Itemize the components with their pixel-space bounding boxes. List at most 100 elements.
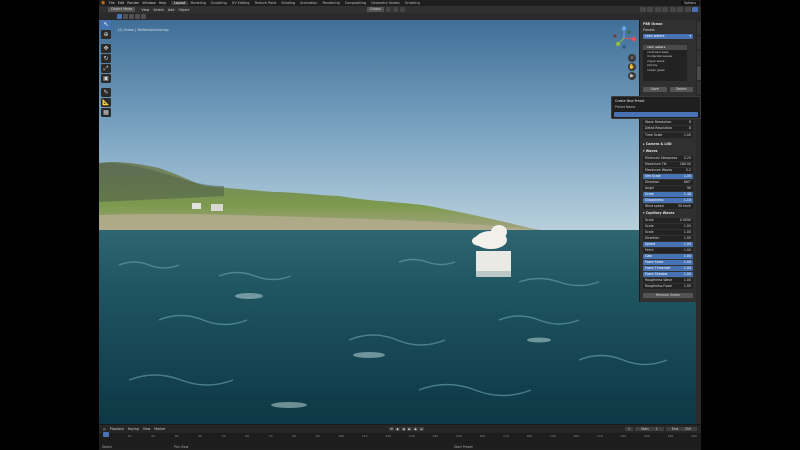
property-field[interactable]: Gain 1.00 — [643, 254, 693, 259]
overlay-toggle-icon[interactable] — [654, 7, 661, 12]
select-subtract-icon[interactable] — [129, 14, 134, 19]
preset-list[interactable]: calm waters confused seas moderate waves… — [643, 45, 687, 81]
camera-section-header[interactable]: ▸ Camera & LOD — [643, 142, 693, 147]
tab-edit[interactable] — [696, 81, 701, 95]
select-invert-icon[interactable] — [135, 14, 140, 19]
play-reverse-icon[interactable]: ◀ — [401, 426, 406, 431]
tab-rendering[interactable]: Rendering — [320, 1, 342, 5]
tab-geometry-nodes[interactable]: Geometry Nodes — [369, 1, 403, 5]
visibility-icon[interactable] — [639, 7, 646, 12]
tab-ocean[interactable] — [696, 66, 701, 80]
preset-name-input[interactable] — [614, 112, 698, 117]
prev-key-icon[interactable]: ◆ — [395, 426, 400, 431]
tab-animation[interactable]: Animation — [298, 1, 320, 5]
measure-icon[interactable]: 📐 — [101, 98, 111, 107]
proportional-edit-icon[interactable] — [399, 7, 405, 12]
tab-uv-editing[interactable]: UV Editing — [229, 1, 252, 5]
tab-scripting[interactable]: Scripting — [402, 1, 422, 5]
tab-layout[interactable]: Layout — [171, 1, 188, 5]
options-button[interactable]: Options — [680, 1, 699, 5]
menu-object[interactable]: Object — [178, 8, 189, 12]
cursor-3d-icon[interactable]: ⊕ — [101, 30, 111, 39]
zoom-icon[interactable]: ⌕ — [628, 54, 636, 62]
cursor-select-icon[interactable]: ↖ — [101, 20, 111, 29]
jump-start-icon[interactable]: ⏮ — [389, 426, 394, 431]
start-frame-field[interactable]: Start 1 — [634, 426, 664, 431]
time-scale-field[interactable]: Time Scale 1.00 — [643, 133, 693, 138]
wave-resolution-field[interactable]: Wave Resolution 8 — [643, 120, 693, 125]
snap-icon[interactable] — [392, 7, 398, 12]
menu-window[interactable]: Window — [142, 1, 155, 5]
xray-icon[interactable] — [662, 7, 668, 12]
property-field[interactable]: Scale 1.00 — [643, 230, 693, 235]
property-field[interactable]: Wind speed 30 km/h — [643, 204, 693, 209]
tab-modeling[interactable]: Modeling — [188, 1, 208, 5]
menu-playback[interactable]: Playback — [110, 427, 124, 431]
menu-select[interactable]: Select — [153, 8, 163, 12]
material-shading-icon[interactable] — [684, 7, 691, 12]
property-field[interactable]: Fetch 1.00 — [643, 248, 693, 253]
transform-orientation-dropdown[interactable]: Global — [367, 7, 384, 12]
menu-marker[interactable]: Marker — [154, 427, 165, 431]
menu-edit[interactable]: Edit — [118, 1, 125, 5]
property-field[interactable]: Foam Threshold 1.00 — [643, 266, 693, 271]
annotate-icon[interactable]: ✎ — [101, 88, 111, 97]
play-icon[interactable]: ▶ — [407, 426, 412, 431]
waves-section-header[interactable]: ▾ Waves — [643, 149, 693, 154]
rotate-icon[interactable]: ↻ — [101, 54, 111, 63]
tab-compositing[interactable]: Compositing — [342, 1, 368, 5]
tab-item[interactable] — [696, 21, 701, 35]
property-field[interactable]: Direction 1.00 — [643, 236, 693, 241]
remove-ocean-button[interactable]: Remove Ocean — [643, 293, 693, 298]
add-cube-icon[interactable]: ▦ — [101, 108, 111, 117]
property-field[interactable]: Maximum Waves 5.2 — [643, 168, 693, 173]
property-field[interactable]: Scale 1.00 — [643, 224, 693, 229]
camera-view-icon[interactable]: ▶ — [628, 72, 636, 80]
list-item[interactable]: ocean glass — [643, 68, 687, 73]
preset-dropdown[interactable]: calm waters ▾ — [643, 34, 693, 39]
property-field[interactable]: Direction 180° — [643, 180, 693, 185]
tab-tool[interactable] — [696, 36, 701, 50]
property-field[interactable]: Maximum Tilt 180.00 — [643, 162, 693, 167]
wireframe-shading-icon[interactable] — [669, 7, 676, 12]
capillary-section-header[interactable]: ▾ Capillary Waves — [643, 211, 693, 216]
move-icon[interactable]: ✥ — [101, 44, 111, 53]
select-extend-icon[interactable] — [123, 14, 128, 19]
menu-help[interactable]: Help — [159, 1, 167, 5]
menu-render[interactable]: Render — [127, 1, 139, 5]
next-key-icon[interactable]: ◆ — [413, 426, 418, 431]
tab-texture-paint[interactable]: Texture Paint — [252, 1, 279, 5]
playhead[interactable] — [103, 432, 109, 437]
menu-view[interactable]: View — [143, 427, 151, 431]
blender-logo-icon[interactable]: ◉ — [101, 0, 106, 6]
property-field[interactable]: Roughness Foam 1.00 — [643, 284, 693, 289]
property-field[interactable]: Minimum Steepness 0.25 — [643, 156, 693, 161]
property-field[interactable]: Scale 1.48 — [643, 192, 693, 197]
property-field[interactable]: Sim Scale 1.00 — [643, 174, 693, 179]
save-preset-button[interactable]: Save — [643, 87, 667, 92]
timeline-ruler[interactable]: 0102030405060708090100110120130140150160… — [99, 433, 701, 443]
detail-resolution-field[interactable]: Detail Resolution 8 — [643, 126, 693, 131]
property-field[interactable]: Speed 1.00 — [643, 242, 693, 247]
property-field[interactable]: Choppiness 1.10 — [643, 198, 693, 203]
menu-keying[interactable]: Keying — [128, 427, 139, 431]
tab-sculpting[interactable]: Sculpting — [208, 1, 229, 5]
property-field[interactable]: Scale 0.0050 — [643, 218, 693, 223]
delete-preset-button[interactable]: Delete — [669, 87, 693, 92]
select-box-icon[interactable] — [117, 14, 122, 19]
select-intersect-icon[interactable] — [141, 14, 146, 19]
tab-shading[interactable]: Shading — [279, 1, 298, 5]
gizmo-toggle-icon[interactable] — [647, 7, 653, 12]
pivot-icon[interactable] — [385, 7, 391, 12]
menu-add[interactable]: Add — [168, 8, 175, 12]
menu-view[interactable]: View — [141, 8, 149, 12]
3d-viewport[interactable]: (5) Ocean | ReflectionColor.top — [99, 20, 696, 424]
property-field[interactable]: Roughness Wave 1.00 — [643, 278, 693, 283]
property-field[interactable]: Foam Shadow 1.00 — [643, 272, 693, 277]
mode-selector[interactable]: Object Mode — [108, 7, 136, 12]
timeline-editor-icon[interactable]: ◷ — [103, 427, 106, 431]
end-frame-field[interactable]: End 250 — [665, 426, 697, 431]
property-field[interactable]: Foam Scale 1.00 — [643, 260, 693, 265]
pan-hand-icon[interactable]: ✋ — [628, 63, 636, 71]
menu-file[interactable]: File — [109, 1, 115, 5]
